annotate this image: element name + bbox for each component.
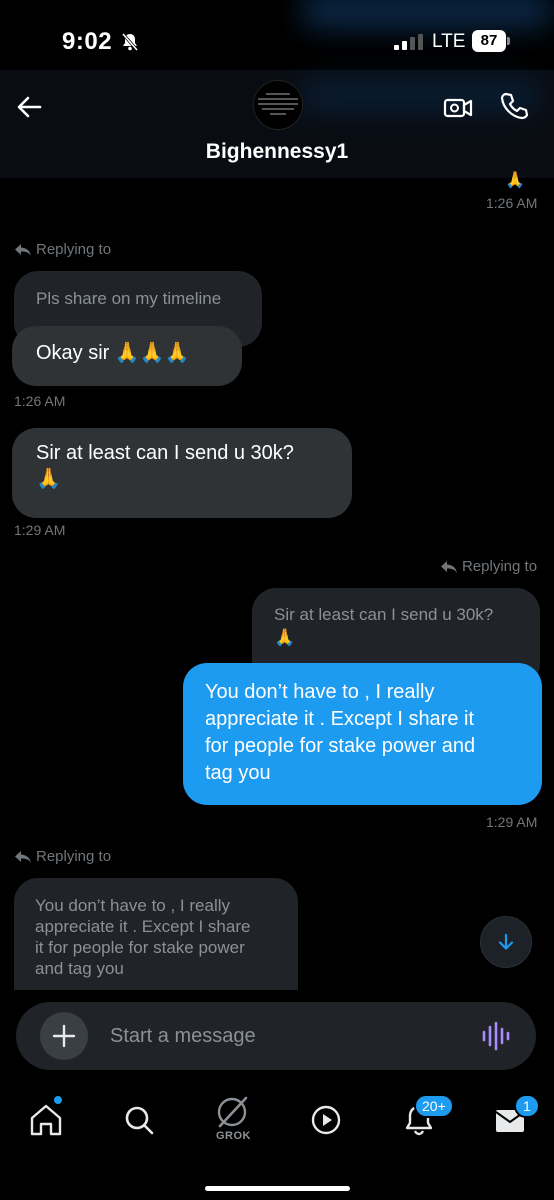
scroll-to-bottom-button[interactable] (480, 916, 532, 968)
message-composer (16, 1002, 536, 1070)
arrow-down-icon (498, 933, 514, 950)
add-media-button[interactable] (40, 1012, 88, 1060)
reply-arrow-icon (15, 850, 31, 863)
bottom-tab-bar: GROK 20+ 1 (0, 1082, 554, 1200)
status-time: 9:02 (62, 28, 113, 55)
play-icon[interactable] (304, 1098, 348, 1142)
message-timestamp: 1:29 AM (486, 814, 538, 830)
battery-level: 87 (472, 30, 506, 52)
quoted-message[interactable]: You don’t have to , I really appreciate … (14, 878, 298, 990)
incoming-message[interactable]: Okay sir 🙏🙏🙏 (12, 326, 242, 386)
home-indicator (205, 1186, 350, 1191)
replying-to-label: Replying to (14, 848, 111, 865)
partial-emoji: 🙏 (505, 172, 525, 189)
conversation-header: Bighennessy1 (0, 70, 554, 178)
blurred-background (300, 0, 554, 30)
bell-off-icon (121, 33, 139, 51)
reply-arrow-icon (441, 560, 457, 573)
message-timestamp: 1:26 AM (486, 195, 538, 211)
phone-icon[interactable] (498, 90, 530, 122)
replying-to-label: Replying to (440, 558, 537, 575)
notifications-badge: 20+ (414, 1094, 454, 1118)
outgoing-message[interactable]: You don’t have to , I really appreciate … (183, 663, 542, 805)
messages-badge: 1 (514, 1094, 540, 1118)
signal-icon (394, 34, 423, 50)
network-type: LTE (432, 31, 466, 52)
message-timestamp: 1:29 AM (14, 522, 66, 538)
avatar[interactable] (253, 80, 303, 130)
voice-waveform-icon[interactable] (480, 1020, 512, 1052)
contact-name[interactable]: Bighennessy1 (0, 140, 554, 164)
status-bar: 9:02 LTE 87 (0, 0, 554, 80)
battery-cap (507, 37, 510, 45)
video-camera-icon[interactable] (442, 92, 474, 124)
search-icon[interactable] (117, 1098, 161, 1142)
incoming-message[interactable]: Sir at least can I send u 30k? 🙏 (12, 428, 352, 518)
arrow-left-icon[interactable] (14, 92, 44, 122)
home-unread-dot (54, 1096, 62, 1104)
plus-icon (52, 1024, 76, 1048)
message-input[interactable] (110, 1022, 440, 1050)
message-timestamp: 1:26 AM (14, 393, 66, 409)
replying-to-label: Replying to (14, 241, 111, 258)
reply-arrow-icon (15, 243, 31, 256)
grok-label: GROK (216, 1130, 251, 1142)
home-icon[interactable] (24, 1098, 68, 1142)
